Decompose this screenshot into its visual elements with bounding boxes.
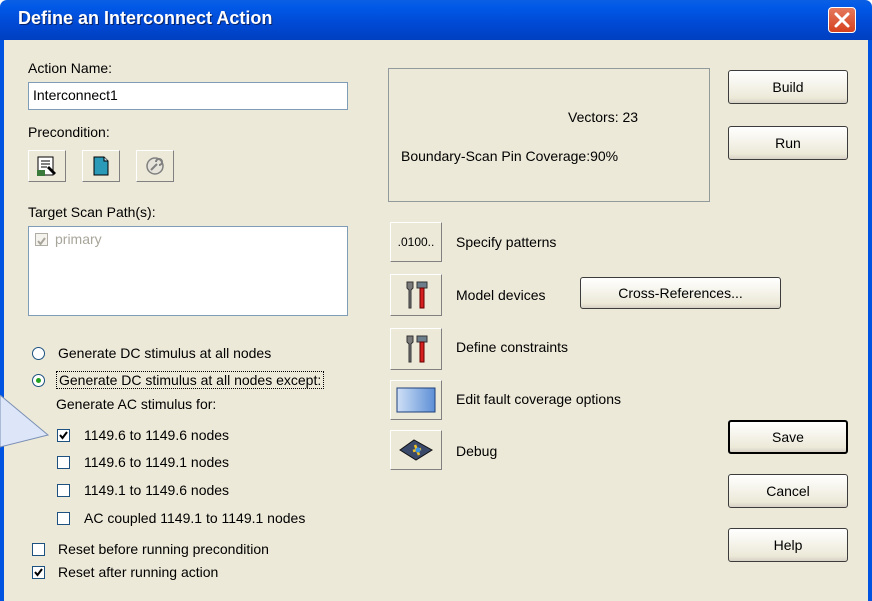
run-button[interactable]: Run [728,126,848,160]
radio-dc-except-label: Generate DC stimulus at all nodes except… [56,371,325,389]
edit-precondition-icon [37,156,56,176]
close-icon [834,12,850,28]
dialog-window: Define an Interconnect Action Action Nam… [0,0,872,601]
reset-after-label: Reset after running action [58,564,219,580]
patterns-button-text: .0100.. [397,235,435,249]
ac-item-label-3: 1149.1 to 1149.6 nodes [84,482,230,498]
panel-icon [396,387,436,413]
fault-coverage-button[interactable] [390,380,442,420]
coverage-text: Boundary-Scan Pin Coverage:90% [401,148,619,164]
action-name-input[interactable]: Interconnect1 [28,82,348,110]
document-button[interactable] [82,150,120,182]
ac-checkbox-2[interactable] [57,456,70,469]
callout-pointer [0,395,50,448]
debug-label: Debug [456,443,498,459]
scan-paths-label: Target Scan Path(s): [28,204,156,220]
model-devices-button[interactable] [390,274,442,316]
ac-checkbox-4[interactable] [57,512,70,525]
model-devices-label: Model devices [456,287,546,303]
checkmark-icon [37,237,46,246]
cross-references-button[interactable]: Cross-References... [580,277,781,309]
tools-icon [406,335,428,363]
document-icon [93,156,109,176]
debug-button[interactable] [390,430,442,470]
define-constraints-label: Define constraints [456,339,569,355]
help-button[interactable]: Help [728,528,848,562]
edit-precondition-button[interactable] [28,150,66,182]
radio-dc-except[interactable] [32,374,45,387]
scan-path-label: primary [55,231,102,247]
radio-dc-all-label: Generate DC stimulus at all nodes [58,345,272,361]
reset-before-checkbox[interactable] [32,543,45,556]
gear-icon [146,157,164,175]
reset-before-label: Reset before running precondition [58,541,269,557]
build-button[interactable]: Build [728,70,848,104]
radio-dc-all[interactable] [32,347,45,360]
ac-item-label-4: AC coupled 1149.1 to 1149.1 nodes [84,510,306,526]
action-name-label: Action Name: [28,60,113,76]
scan-path-checkbox[interactable] [35,233,48,246]
window-title: Define an Interconnect Action [18,8,273,28]
ac-stimulus-label: Generate AC stimulus for: [56,396,217,412]
ac-checkbox-3[interactable] [57,484,70,497]
debug-icon [399,439,433,461]
tools-icon [406,281,428,309]
ac-item-label-2: 1149.6 to 1149.1 nodes [84,454,230,470]
specify-patterns-button[interactable]: .0100.. [390,222,442,262]
run-precondition-button[interactable] [136,150,174,182]
scan-paths-list[interactable]: primary [28,226,348,316]
ac-item-label-1: 1149.6 to 1149.6 nodes [84,427,230,443]
action-name-value: Interconnect1 [33,87,118,103]
close-button[interactable] [828,7,856,33]
stats-box [388,68,710,202]
checkmark-icon [34,568,43,577]
precondition-label: Precondition: [28,124,110,140]
cancel-button[interactable]: Cancel [728,474,848,508]
fault-coverage-label: Edit fault coverage options [456,391,621,407]
vectors-text: Vectors: 23 [568,109,639,125]
save-button[interactable]: Save [728,420,848,454]
reset-after-checkbox[interactable] [32,566,45,579]
specify-patterns-label: Specify patterns [456,234,557,250]
define-constraints-button[interactable] [390,328,442,370]
